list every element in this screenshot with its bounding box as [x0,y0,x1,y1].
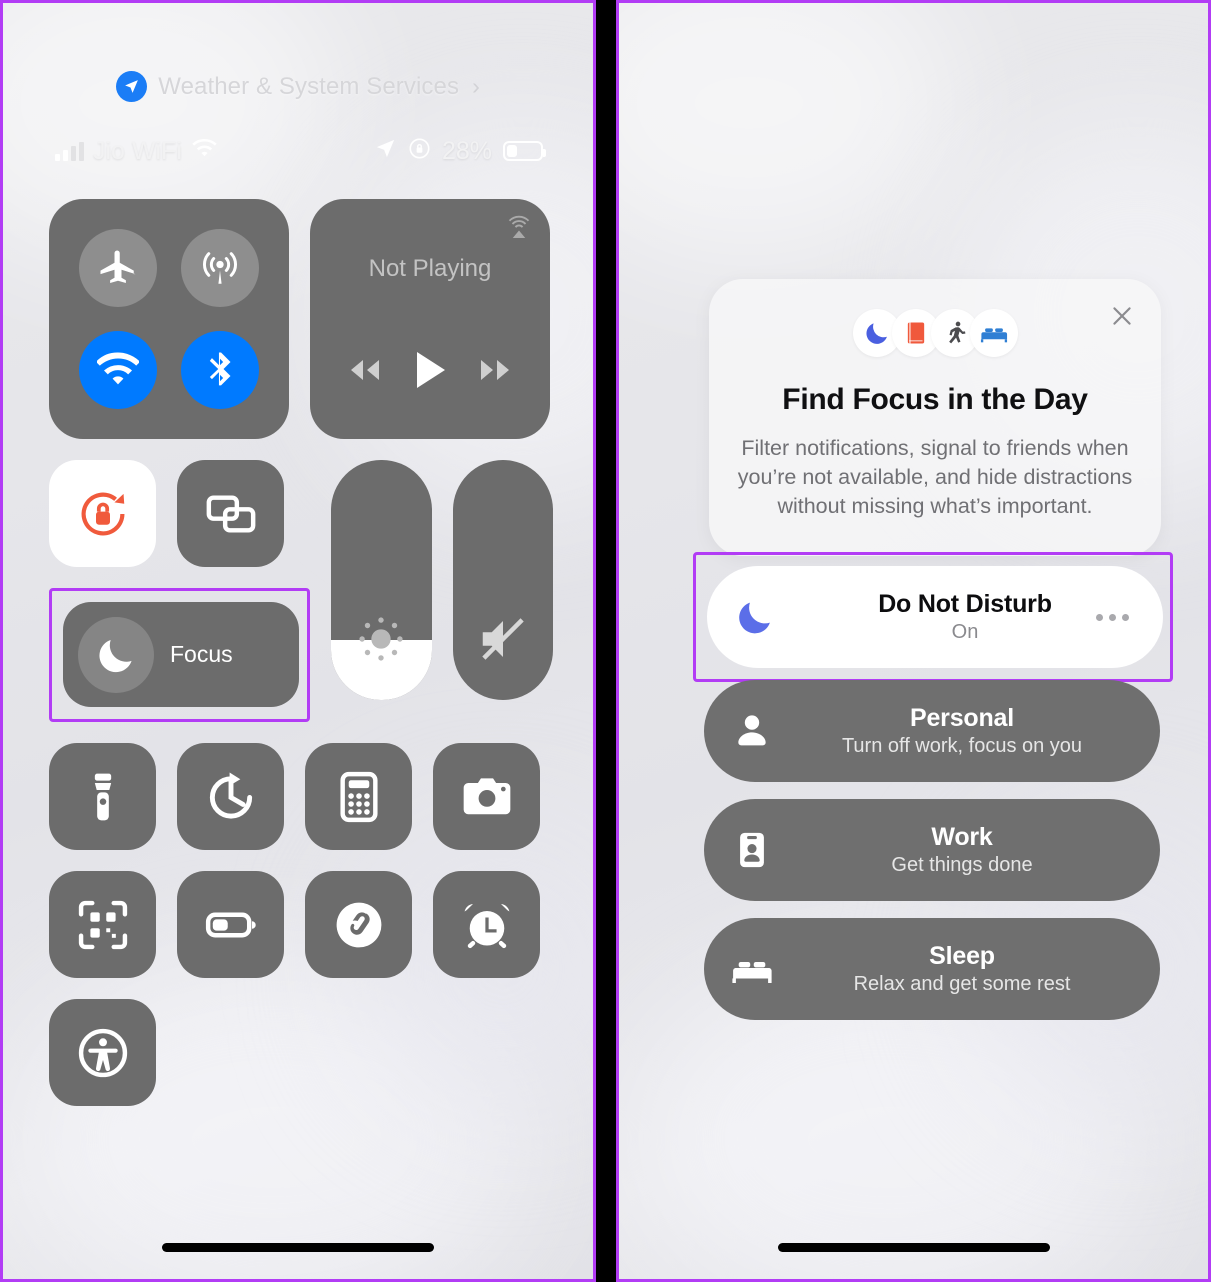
status-bar: Jio WiFi 28% [3,131,593,171]
carrier-label: Jio WiFi [93,136,182,165]
focus-mode-title: Do Not Disturb [878,590,1052,618]
connectivity-tile[interactable] [49,199,289,439]
focus-mode-list: Personal Turn off work, focus on you Wor… [704,680,1162,1020]
volume-slider[interactable] [452,460,553,700]
moon-icon [78,616,154,693]
focus-mode-personal[interactable]: Personal Turn off work, focus on you [704,680,1160,782]
focus-mode-title: Sleep [929,942,995,970]
qr-code-scanner-button[interactable] [49,871,156,978]
left-phone-panel: Weather & System Services › Jio WiFi 28% [0,0,596,1282]
media-player-tile[interactable]: Not Playing [310,199,550,439]
chevron-right-icon: › [472,73,480,99]
find-focus-card: Find Focus in the Day Filter notificatio… [709,279,1161,556]
home-indicator[interactable] [162,1243,434,1252]
airplay-icon[interactable] [504,213,534,243]
brightness-slider[interactable] [331,460,432,700]
signal-bars-icon [55,141,84,161]
flashlight-button[interactable] [49,743,156,850]
focus-tile-highlight: Focus [49,588,310,722]
focus-mode-do-not-disturb[interactable]: Do Not Disturb On [707,566,1163,668]
wifi-icon [191,138,218,164]
focus-tile[interactable]: Focus [63,602,299,707]
bed-icon [969,309,1018,357]
right-phone-panel: Find Focus in the Day Filter notificatio… [616,0,1211,1282]
timer-button[interactable] [177,743,284,850]
battery-icon [503,141,546,161]
now-playing-label: Not Playing [368,255,492,282]
rewind-button[interactable] [345,357,385,388]
panel-divider [596,0,616,1282]
card-body-text: Filter notifications, signal to friends … [737,436,1133,519]
focus-mode-subtitle: Turn off work, focus on you [841,735,1083,757]
wifi-button[interactable] [79,331,157,409]
low-power-mode-button[interactable] [177,871,284,978]
fast-forward-button[interactable] [475,357,515,388]
screenshot-stage: Weather & System Services › Jio WiFi 28% [0,0,1211,1282]
focus-pill-icons [852,309,1018,357]
more-options-button[interactable] [1096,613,1129,621]
focus-mode-work[interactable]: Work Get things done [704,799,1160,901]
screen-mirroring-button[interactable] [177,460,284,567]
focus-mode-subtitle: Get things done [891,854,1033,876]
accessibility-button[interactable] [49,999,156,1106]
cc-row-top: Not Playing [49,199,553,439]
brightness-icon [354,612,408,666]
location-arrow-icon [116,71,148,102]
cc-row-middle: Focus [49,460,553,722]
focus-mode-subtitle: Relax and get some rest [853,973,1071,995]
battery-percent-label: 28% [441,136,492,165]
control-center-grid: Not Playing Focus [49,199,553,1106]
home-indicator[interactable] [777,1243,1050,1252]
wallpaper-blob [619,3,959,263]
utility-column: Focus [49,460,310,722]
calculator-button[interactable] [305,743,412,850]
rotation-lock-button[interactable] [49,460,156,567]
focus-mode-title: Work [931,823,993,851]
shazam-button[interactable] [305,871,412,978]
alarm-button[interactable] [433,871,540,978]
bluetooth-button[interactable] [181,331,259,409]
focus-mode-subtitle: On [951,621,979,643]
rotation-lock-icon [408,137,431,165]
do-not-disturb-highlight: Do Not Disturb On [693,552,1173,682]
shortcut-grid [49,743,553,1106]
close-icon[interactable] [1109,303,1135,329]
focus-mode-title: Personal [909,704,1014,732]
focus-mode-sleep[interactable]: Sleep Relax and get some rest [704,918,1160,1020]
location-arrow-icon [374,137,397,165]
card-title: Find Focus in the Day [782,383,1088,416]
volume-mute-icon [476,612,530,666]
camera-button[interactable] [433,743,540,850]
cellular-data-button[interactable] [181,229,259,307]
focus-tile-label: Focus [170,641,233,667]
airplane-mode-button[interactable] [79,229,157,307]
play-button[interactable] [412,350,448,395]
location-banner[interactable]: Weather & System Services › [3,71,593,102]
location-banner-label: Weather & System Services [158,72,460,100]
